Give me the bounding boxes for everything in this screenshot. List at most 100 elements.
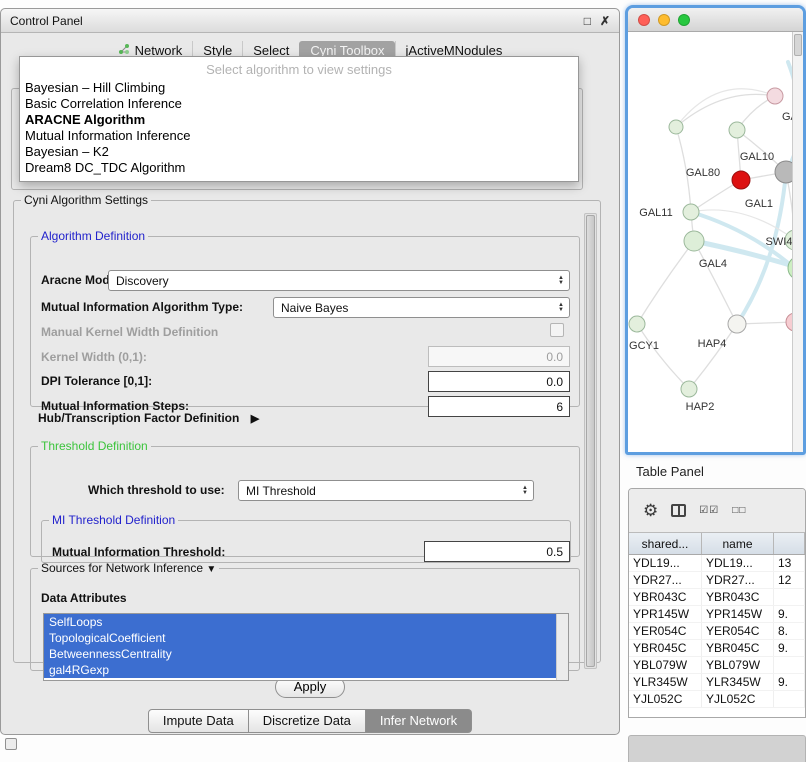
- table-cell[interactable]: YDL19...: [702, 555, 774, 571]
- algorithm-option[interactable]: Bayesian – K2: [20, 144, 578, 160]
- columns-icon[interactable]: [671, 504, 686, 517]
- table-cell[interactable]: YDR27...: [702, 572, 774, 588]
- settings-scrollbar[interactable]: [584, 213, 597, 669]
- table-row[interactable]: YJL052CYJL052C: [629, 691, 805, 708]
- node-label: HAP2: [686, 401, 715, 413]
- hub-definition-label: Hub/Transcription Factor Definition: [38, 411, 239, 425]
- select-all-icon[interactable]: ☑☑: [699, 505, 719, 516]
- algorithm-option[interactable]: Dream8 DC_TDC Algorithm: [20, 160, 578, 176]
- table-cell[interactable]: YBL079W: [702, 657, 774, 673]
- table-row[interactable]: YER054CYER054C8.: [629, 623, 805, 640]
- table-cell[interactable]: [774, 589, 805, 605]
- table-cell[interactable]: YJL052C: [629, 691, 702, 707]
- network-edge[interactable]: [637, 324, 689, 389]
- table-cell[interactable]: 8.: [774, 623, 805, 639]
- column-header[interactable]: name: [702, 533, 774, 554]
- table-row[interactable]: YBR043CYBR043C: [629, 589, 805, 606]
- table-cell[interactable]: 12: [774, 572, 805, 588]
- column-header[interactable]: shared...: [629, 533, 702, 554]
- mi-threshold-definition-group: MI Threshold Definition Mutual Informati…: [41, 513, 571, 563]
- table-row[interactable]: YPR145WYPR145W9.: [629, 606, 805, 623]
- table-cell[interactable]: YER054C: [702, 623, 774, 639]
- bottom-tab-infer-network[interactable]: Infer Network: [366, 709, 472, 733]
- table-cell[interactable]: [774, 691, 805, 707]
- mi-threshold-field[interactable]: 0.5: [424, 541, 570, 562]
- mi-steps-field[interactable]: 6: [428, 396, 570, 417]
- network-node[interactable]: [669, 120, 683, 134]
- threshold-definition-title: Threshold Definition: [41, 439, 148, 453]
- select-none-icon[interactable]: □□: [732, 505, 746, 516]
- sources-title: Sources for Network Inference: [41, 561, 203, 575]
- table-cell[interactable]: YJL052C: [702, 691, 774, 707]
- canvas-scrollbar-thumb[interactable]: [794, 34, 802, 56]
- network-node[interactable]: [729, 122, 745, 138]
- table-cell[interactable]: YBR043C: [702, 589, 774, 605]
- table-cell[interactable]: 9.: [774, 674, 805, 690]
- network-edge[interactable]: [689, 324, 737, 389]
- collapse-down-icon[interactable]: ▼: [206, 564, 216, 575]
- attribute-item[interactable]: TopologicalCoefficient: [44, 630, 556, 646]
- table-cell[interactable]: 9.: [774, 640, 805, 656]
- combo-arrows-icon: ▲▼: [522, 481, 528, 500]
- table-row[interactable]: YBR045CYBR045C9.: [629, 640, 805, 657]
- node-label: GAL10: [740, 151, 774, 163]
- table-row[interactable]: YDL19...YDL19...13: [629, 555, 805, 572]
- table-cell[interactable]: 13: [774, 555, 805, 571]
- table-cell[interactable]: YER054C: [629, 623, 702, 639]
- attributes-scrollbar[interactable]: [556, 614, 568, 680]
- minimize-traffic-light[interactable]: [658, 14, 670, 26]
- network-node[interactable]: [681, 381, 697, 397]
- algorithm-option[interactable]: Mutual Information Inference: [20, 128, 578, 144]
- table-cell[interactable]: [774, 657, 805, 673]
- zoom-traffic-light[interactable]: [678, 14, 690, 26]
- network-edge[interactable]: [637, 241, 694, 324]
- hub-definition-toggle[interactable]: Hub/Transcription Factor Definition ▶: [38, 411, 259, 425]
- settings-scrollbar-thumb[interactable]: [586, 215, 595, 667]
- gear-icon[interactable]: ⚙: [643, 502, 658, 519]
- network-node[interactable]: [684, 231, 704, 251]
- network-node[interactable]: [767, 88, 783, 104]
- mi-algorithm-type-select[interactable]: Naive Bayes ▲▼: [273, 297, 570, 318]
- dpi-tolerance-field[interactable]: 0.0: [428, 371, 570, 392]
- table-row[interactable]: YBL079WYBL079W: [629, 657, 805, 674]
- network-node[interactable]: [732, 171, 750, 189]
- attribute-item[interactable]: gal4RGexp: [44, 662, 556, 678]
- table-cell[interactable]: YBR045C: [702, 640, 774, 656]
- table-cell[interactable]: 9.: [774, 606, 805, 622]
- algorithm-option[interactable]: Basic Correlation Inference: [20, 96, 578, 112]
- canvas-scrollbar[interactable]: [792, 32, 803, 452]
- attribute-item[interactable]: BetweennessCentrality: [44, 646, 556, 662]
- table-cell[interactable]: YBR043C: [629, 589, 702, 605]
- node-label: GAL80: [686, 167, 720, 179]
- window-title: Control Panel: [10, 14, 83, 28]
- aracne-mode-select[interactable]: Discovery ▲▼: [108, 270, 570, 291]
- table-cell[interactable]: YLR345W: [702, 674, 774, 690]
- network-node[interactable]: [683, 204, 699, 220]
- attribute-item[interactable]: SelfLoops: [44, 614, 556, 630]
- network-edge[interactable]: [737, 172, 786, 324]
- bottom-tab-discretize-data[interactable]: Discretize Data: [249, 709, 366, 733]
- close-window-icon[interactable]: ✗: [600, 14, 610, 28]
- table-row[interactable]: YLR345WYLR345W9.: [629, 674, 805, 691]
- algorithm-option[interactable]: ARACNE Algorithm: [20, 112, 578, 128]
- bottom-tab-impute-data[interactable]: Impute Data: [148, 709, 249, 733]
- which-threshold-select[interactable]: MI Threshold ▲▼: [238, 480, 534, 501]
- table-row[interactable]: YDR27...YDR27...12: [629, 572, 805, 589]
- network-node[interactable]: [728, 315, 746, 333]
- table-cell[interactable]: YDR27...: [629, 572, 702, 588]
- table-cell[interactable]: YPR145W: [702, 606, 774, 622]
- algorithm-option[interactable]: Bayesian – Hill Climbing: [20, 80, 578, 96]
- table-cell[interactable]: YLR345W: [629, 674, 702, 690]
- table-cell[interactable]: YPR145W: [629, 606, 702, 622]
- network-canvas[interactable]: GAL80GAL10GAL11GAL1SWI4GAL4GCY1HAP4HAP2G…: [628, 32, 803, 452]
- collapsed-panel-icon[interactable]: [5, 738, 17, 750]
- float-window-icon[interactable]: □: [584, 14, 591, 28]
- table-cell[interactable]: YBL079W: [629, 657, 702, 673]
- network-node[interactable]: [629, 316, 645, 332]
- table-cell[interactable]: YBR045C: [629, 640, 702, 656]
- algorithm-options: Bayesian – Hill ClimbingBasic Correlatio…: [20, 80, 578, 176]
- network-edge[interactable]: [694, 241, 737, 324]
- table-cell[interactable]: YDL19...: [629, 555, 702, 571]
- column-header[interactable]: [774, 533, 805, 554]
- close-traffic-light[interactable]: [638, 14, 650, 26]
